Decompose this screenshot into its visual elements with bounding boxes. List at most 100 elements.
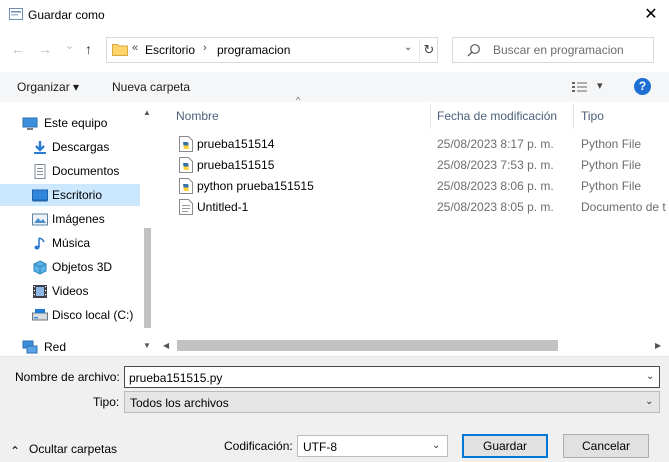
- file-type: Python File: [581, 137, 642, 151]
- python-file-icon: [179, 136, 193, 152]
- pictures-icon: [32, 213, 48, 226]
- scroll-right-arrow-icon[interactable]: ▶: [655, 341, 661, 350]
- tree-item-disco-local[interactable]: Disco local (C:): [0, 304, 140, 326]
- scroll-up-arrow-icon[interactable]: ▲: [143, 108, 151, 117]
- breadcrumb-separator-icon[interactable]: ›: [203, 42, 207, 54]
- tree-label: Descargas: [52, 140, 110, 154]
- column-header-type[interactable]: Tipo: [581, 109, 604, 123]
- tree-item-videos[interactable]: Videos: [0, 280, 140, 302]
- refresh-icon[interactable]: ↻: [419, 39, 438, 61]
- python-file-icon: [179, 178, 193, 194]
- file-type: Python File: [581, 179, 642, 193]
- filetype-label: Tipo:: [93, 395, 120, 409]
- tree-label: Imágenes: [52, 212, 105, 226]
- tree-item-este-equipo[interactable]: Este equipo: [0, 112, 140, 134]
- file-type: Python File: [581, 158, 642, 172]
- tree-label: Red: [44, 340, 67, 354]
- file-name: python prueba151515: [197, 179, 314, 193]
- file-name: prueba151514: [197, 137, 275, 151]
- tree-item-documentos[interactable]: Documentos: [0, 160, 140, 182]
- tree-label: Disco local (C:): [52, 308, 134, 322]
- address-bar[interactable]: « Escritorio › programacion ⌄ ↻: [106, 37, 438, 63]
- close-icon[interactable]: ✕: [636, 3, 666, 27]
- cancel-button[interactable]: Cancelar: [563, 434, 649, 458]
- file-row[interactable]: Untitled-1 25/08/2023 8:05 p. m. Documen…: [176, 197, 669, 218]
- download-icon: [34, 141, 46, 154]
- filetype-select[interactable]: Todos los archivos ⌄: [124, 391, 660, 413]
- chevron-up-icon: ⌃: [10, 444, 21, 458]
- scroll-left-arrow-icon[interactable]: ◀: [163, 341, 169, 350]
- sort-ascending-icon: ^: [296, 95, 301, 105]
- documents-icon: [34, 164, 46, 179]
- column-header-date[interactable]: Fecha de modificación: [437, 109, 557, 123]
- encoding-label: Codificación:: [224, 439, 293, 453]
- command-toolbar: Organizar ▾ Nueva carpeta ▾: [0, 72, 669, 102]
- objects3d-icon: [33, 260, 47, 275]
- desktop-icon: [32, 189, 48, 202]
- breadcrumb-programacion[interactable]: programacion: [217, 43, 290, 57]
- music-icon: [34, 237, 45, 250]
- hide-folders-label: Ocultar carpetas: [29, 442, 118, 456]
- back-icon[interactable]: ←: [11, 41, 25, 57]
- file-date: 25/08/2023 7:53 p. m.: [437, 158, 554, 172]
- encoding-select[interactable]: UTF-8 ⌄: [297, 435, 448, 457]
- new-folder-button[interactable]: Nueva carpeta: [112, 80, 190, 94]
- tree-item-red[interactable]: Red: [0, 336, 140, 355]
- column-divider[interactable]: [430, 103, 431, 129]
- network-icon: [22, 340, 38, 354]
- tree-item-objetos-3d[interactable]: Objetos 3D: [0, 256, 140, 278]
- tree-label: Escritorio: [52, 188, 103, 202]
- details-view-icon: [572, 82, 587, 92]
- search-box[interactable]: Buscar en programacion: [452, 37, 654, 63]
- file-date: 25/08/2023 8:05 p. m.: [437, 200, 554, 214]
- file-date: 25/08/2023 8:17 p. m.: [437, 137, 554, 151]
- chevron-down-icon[interactable]: ⌄: [645, 396, 653, 407]
- column-divider[interactable]: [573, 103, 574, 129]
- filename-label: Nombre de archivo:: [15, 370, 120, 384]
- horizontal-scroll-thumb[interactable]: [177, 340, 558, 351]
- chevron-down-icon[interactable]: ⌄: [432, 440, 440, 451]
- tree-item-imagenes[interactable]: Imágenes: [0, 208, 140, 230]
- save-dialog-icon: [9, 8, 23, 20]
- tree-label: Objetos 3D: [52, 260, 113, 274]
- tree-item-musica[interactable]: Música: [0, 232, 140, 254]
- scroll-down-arrow-icon[interactable]: ▼: [143, 341, 151, 350]
- tree-item-descargas[interactable]: Descargas: [0, 136, 140, 158]
- breadcrumb-escritorio[interactable]: Escritorio: [145, 43, 195, 57]
- window-title: Guardar como: [28, 8, 105, 22]
- python-file-icon: [179, 157, 193, 173]
- tree-label: Documentos: [52, 164, 120, 178]
- text-file-icon: [179, 199, 193, 215]
- computer-icon: [22, 117, 38, 130]
- videos-icon: [33, 285, 47, 298]
- tree-item-escritorio[interactable]: Escritorio: [0, 184, 140, 206]
- filename-input[interactable]: prueba151515.py ⌄: [124, 366, 660, 388]
- view-options-button[interactable]: ▾: [571, 80, 607, 94]
- file-name: prueba151515: [197, 158, 275, 172]
- organize-button[interactable]: Organizar ▾: [17, 80, 79, 94]
- search-placeholder: Buscar en programacion: [493, 43, 624, 57]
- filename-value: prueba151515.py: [129, 371, 223, 385]
- save-button[interactable]: Guardar: [462, 434, 548, 458]
- file-row[interactable]: prueba151515 25/08/2023 7:53 p. m. Pytho…: [176, 155, 669, 176]
- search-icon: [467, 44, 480, 57]
- encoding-value: UTF-8: [303, 440, 337, 454]
- file-row[interactable]: prueba151514 25/08/2023 8:17 p. m. Pytho…: [176, 134, 669, 155]
- view-dropdown-icon[interactable]: ▾: [597, 79, 603, 92]
- chevron-down-icon[interactable]: ⌄: [646, 371, 654, 382]
- file-name: Untitled-1: [197, 200, 249, 214]
- address-dropdown-icon[interactable]: ⌄: [404, 42, 412, 53]
- overflow-chevron-icon[interactable]: «: [132, 42, 138, 54]
- up-folder-icon[interactable]: ↑: [85, 41, 92, 57]
- filetype-value: Todos los archivos: [130, 396, 229, 410]
- drive-icon: [32, 309, 48, 321]
- file-row[interactable]: python prueba151515 25/08/2023 8:06 p. m…: [176, 176, 669, 197]
- tree-label: Este equipo: [44, 116, 108, 130]
- file-type: Documento de t: [581, 200, 666, 214]
- column-header-name[interactable]: Nombre: [176, 109, 219, 123]
- navigation-pane-scroll-thumb[interactable]: [144, 228, 151, 328]
- forward-icon[interactable]: →: [38, 41, 52, 57]
- help-icon[interactable]: ?: [634, 78, 651, 95]
- recent-locations-icon[interactable]: ⌄: [65, 38, 74, 54]
- folder-icon: [112, 44, 128, 56]
